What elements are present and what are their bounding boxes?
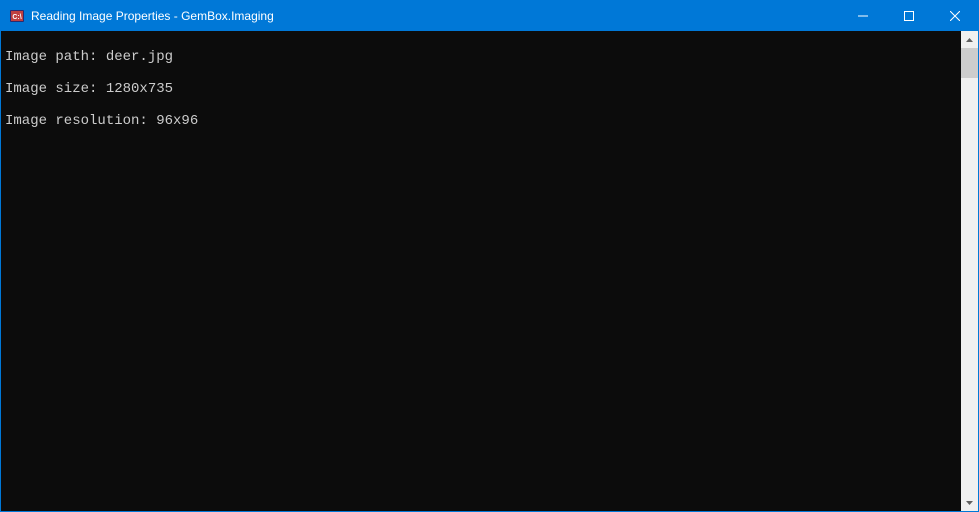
app-icon: C:\ [9, 8, 25, 24]
vertical-scrollbar[interactable] [961, 31, 978, 511]
svg-text:C:\: C:\ [12, 14, 21, 21]
window-controls [840, 1, 978, 31]
window-title: Reading Image Properties - GemBox.Imagin… [31, 9, 840, 23]
close-button[interactable] [932, 1, 978, 31]
console-line: Image resolution: 96x96 [5, 113, 957, 129]
console-output[interactable]: Image path: deer.jpg Image size: 1280x73… [1, 31, 961, 511]
maximize-button[interactable] [886, 1, 932, 31]
scroll-track[interactable] [961, 48, 978, 494]
window-frame: C:\ Reading Image Properties - GemBox.Im… [0, 0, 979, 512]
minimize-button[interactable] [840, 1, 886, 31]
console-line: Image path: deer.jpg [5, 49, 957, 65]
titlebar[interactable]: C:\ Reading Image Properties - GemBox.Im… [1, 1, 978, 31]
scroll-thumb[interactable] [961, 48, 978, 78]
client-area: Image path: deer.jpg Image size: 1280x73… [1, 31, 978, 511]
console-line: Image size: 1280x735 [5, 81, 957, 97]
scroll-down-arrow-icon[interactable] [961, 494, 978, 511]
scroll-up-arrow-icon[interactable] [961, 31, 978, 48]
